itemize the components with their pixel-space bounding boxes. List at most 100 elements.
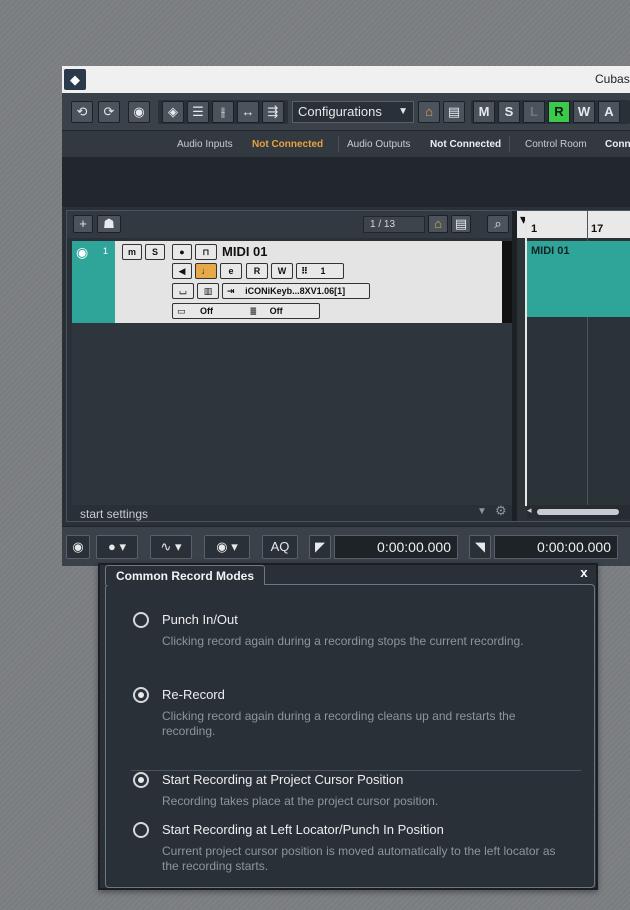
audio-record-mode-dropdown[interactable]: ∿ ▾ [150,535,192,559]
input-icon[interactable]: ⌴ [172,283,194,299]
track-end-bar [502,241,512,323]
inserts-field[interactable]: ▭ Off ≣ Off [172,303,320,319]
edit-icon[interactable]: ↔ [237,101,259,123]
project-area: + ☗ 1 / 13 ⌂ ▤ ⌕ ◉ 1 m S ● ⊓ MIDI 01 ◀ ♩… [66,210,630,522]
configurations-dropdown[interactable]: Configurations ▼ [292,101,414,123]
left-locator-time[interactable]: 0:00:00.000 [334,535,458,559]
option-label: Re-Record [162,687,225,702]
lock-icon[interactable]: ⊓ [195,244,217,260]
midi-output-field[interactable]: ⇥ iCONiKeyb...8XV1.06[1] [222,283,370,299]
horizontal-scrollbar[interactable]: ◂ [527,505,630,519]
option-description: Recording takes place at the project cur… [162,794,439,808]
track-solo-button[interactable]: S [145,244,165,260]
track-write-button[interactable]: W [271,263,293,279]
control-room-status[interactable]: Conn [605,139,630,150]
option-description: Clicking record again during a recording… [162,709,516,738]
track-read-button[interactable]: R [246,263,268,279]
track-list-menu-icon[interactable]: ▤ [451,215,471,233]
mute-all-button[interactable]: M [473,101,495,123]
search-icon[interactable]: ⌕ [487,215,509,233]
output-value: iCONiKeyb...8XV1.06[1] [245,286,346,296]
control-room-label: Control Room [525,139,587,150]
dialog-title: Common Record Modes [105,565,266,585]
track-monitor-icon[interactable]: ⌂ [428,215,448,233]
option-label: Start Recording at Project Cursor Positi… [162,772,404,787]
cubase-window: ◆ Cubase ⟲ ⟳ ◉ ◈ ☰ ⫲ ↔ ⇶ Configurations … [62,66,630,566]
info-line-area [62,157,630,207]
audio-inputs-status[interactable]: Not Connected [252,139,323,150]
record-mode-dropdown[interactable]: ● ▾ [96,535,138,559]
midi-event[interactable]: MIDI 01 [527,241,630,317]
right-locator-time[interactable]: 0:00:00.000 [494,535,618,559]
cubase-logo-icon: ◆ [64,69,86,90]
redo-icon[interactable]: ⟳ [98,101,120,123]
chevron-down-icon[interactable]: ▼ [477,506,487,517]
edit-channel-icon[interactable]: e [220,263,242,279]
divider [509,136,510,152]
chevron-left-icon[interactable]: ◂ [527,505,532,516]
constrain-delay-icon[interactable]: ◉ [128,101,150,123]
option-label: Punch In/Out [162,612,238,627]
track-number: 1 [103,246,109,256]
listen-button[interactable]: L [523,101,545,123]
project-cursor[interactable] [525,211,527,506]
track-name[interactable]: MIDI 01 [222,244,268,259]
left-locator-icon[interactable]: ◤ [309,535,331,559]
midi-channel-field[interactable]: ⠿ 1 [296,263,344,279]
window-title: Cubase [595,72,630,86]
speaker-icon[interactable]: ◀ [172,263,192,279]
close-icon[interactable]: x [577,565,591,580]
mixer-icon[interactable]: ⫲ [212,101,234,123]
arrange-view[interactable]: 1 17 ▾ MIDI 01 ◂ [517,211,630,521]
grid-icon: ⠿ [301,266,309,276]
dialog-frame: Punch In/Out Clicking record again durin… [105,584,595,888]
output-icon: ⇥ [227,286,235,296]
monitor-note-icon[interactable]: ♩ [195,263,217,279]
auto-quantize-button[interactable]: AQ [262,535,298,559]
gear-icon[interactable]: ⚙ [495,503,507,519]
insert-value: Off [200,306,214,316]
automation-button[interactable]: A [598,101,620,123]
ruler[interactable]: 1 17 ▾ [517,211,630,238]
add-track-icon[interactable]: + [73,215,93,233]
media-icon[interactable]: ⇶ [262,101,284,123]
audio-outputs-label: Audio Outputs [347,139,411,150]
track-counter: 1 / 13 [363,216,425,233]
radio-start-at-cursor[interactable] [133,772,149,788]
solo-all-button[interactable]: S [498,101,520,123]
right-locator-icon[interactable]: ◥ [469,535,491,559]
status-bar: Audio Inputs Not Connected Audio Outputs… [62,131,630,157]
track-row[interactable]: ◉ 1 m S ● ⊓ MIDI 01 ◀ ♩ e R W ⠿ 1 ⌴ ▥ ⇥ … [72,241,512,323]
option-description: Clicking record again during a recording… [162,634,524,648]
sends-value: Off [269,306,283,316]
write-all-button[interactable]: W [573,101,595,123]
read-all-button[interactable]: R [548,101,570,123]
keyboard-icon[interactable]: ▥ [197,283,219,299]
record-enable-icon[interactable]: ● [172,244,192,260]
track-presets-icon[interactable]: ☗ [97,215,121,233]
radio-start-at-left-locator[interactable] [133,822,149,838]
inspector-icon[interactable]: ◈ [162,101,184,123]
divider [338,136,339,152]
radio-re-record[interactable] [133,687,149,703]
ruler-bar-1: 1 [531,223,538,235]
undo-icon[interactable]: ⟲ [71,101,93,123]
track-color-strip: ◉ 1 [72,241,115,323]
audio-inputs-label: Audio Inputs [177,139,233,150]
title-bar: ◆ Cubase [62,66,630,93]
list-icon[interactable]: ☰ [187,101,209,123]
track-list-header: + ☗ 1 / 13 ⌂ ▤ ⌕ [67,211,512,238]
option-label: Start Recording at Left Locator/Punch In… [162,822,444,837]
list-view-icon[interactable]: ▤ [443,101,465,123]
chevron-down-icon: ▼ [398,106,408,117]
channel-value: 1 [320,266,326,276]
radio-punch-in-out[interactable] [133,612,149,628]
monitor-icon[interactable]: ⌂ [418,101,440,123]
midi-record-mode-dropdown[interactable]: ◉ ▾ [204,535,250,559]
scroll-thumb[interactable] [537,509,619,515]
track-mute-button[interactable]: m [122,244,142,260]
audio-outputs-status[interactable]: Not Connected [430,139,501,150]
constrain-icon[interactable]: ◉ [66,535,90,559]
empty-track-area [72,323,512,505]
record-modes-dialog: Punch In/Out Clicking record again durin… [98,563,598,890]
